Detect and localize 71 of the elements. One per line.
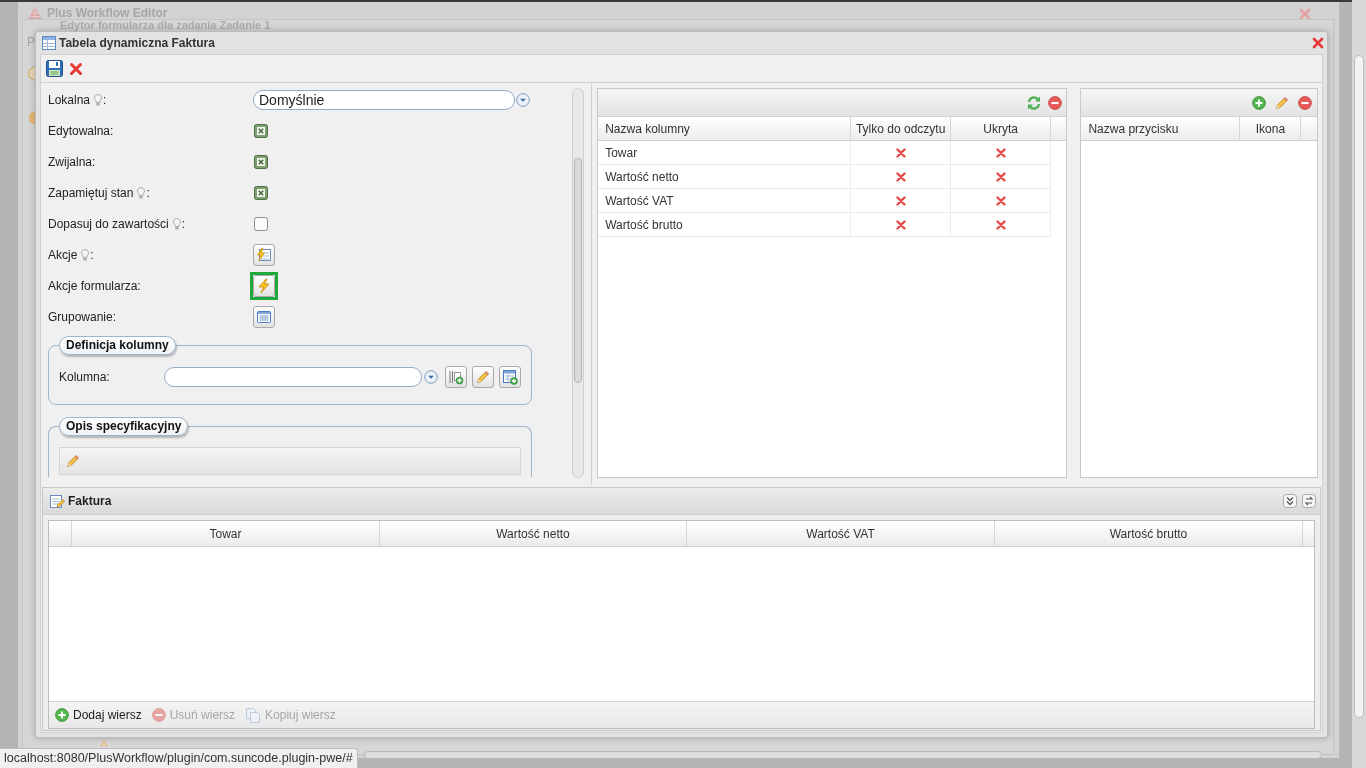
scrollbar[interactable] [572, 88, 584, 478]
panel-title: Faktura [68, 493, 112, 510]
dropdown-field[interactable]: Domyślnie [253, 89, 515, 110]
table-cell: Wartość VAT [598, 189, 852, 212]
actions-button[interactable] [253, 243, 275, 266]
field-label: Zwijalna: [48, 154, 96, 169]
scrollbar-thumb[interactable] [1354, 55, 1364, 718]
table-plus-icon [502, 369, 518, 385]
add-table-button[interactable] [499, 366, 521, 388]
remove-icon[interactable] [1298, 95, 1313, 110]
column-header[interactable]: Wartość brutto [995, 521, 1303, 546]
add-column-button[interactable] [445, 366, 467, 388]
edit-button[interactable] [472, 366, 494, 388]
dropdown-field[interactable] [164, 367, 422, 387]
add-icon [55, 708, 69, 722]
field-label: Lokalna [48, 92, 91, 107]
refresh-icon[interactable] [1026, 94, 1043, 111]
add-column-icon [448, 369, 464, 385]
close-icon[interactable] [69, 61, 83, 76]
field-label: Kolumna: [59, 370, 111, 384]
status-bar: localhost:8080/PlusWorkflow/plugin/com.suncode.plugin-pwe/# [0, 748, 358, 768]
column-header[interactable]: Towar [72, 521, 380, 546]
column-header[interactable]: Nazwa przycisku [1081, 117, 1241, 141]
field-label: Edytowalna: [48, 123, 114, 138]
table-cell: Wartość netto [598, 165, 852, 188]
pencil-icon[interactable] [65, 453, 81, 469]
save-icon[interactable] [46, 60, 63, 77]
column-header[interactable]: Tylko do odczytu [851, 117, 952, 141]
label-colon: : [146, 185, 150, 200]
field-label: Zapamiętuj stan [48, 185, 134, 200]
dialog-title: Tabela dynamiczna Faktura [59, 35, 215, 52]
fieldset-legend: Definicja kolumny [59, 336, 176, 355]
hexagon-icon[interactable] [28, 66, 35, 81]
remove-icon [151, 708, 166, 722]
lightning-icon [256, 277, 272, 294]
field-label: Dopasuj do zawartości [48, 216, 169, 231]
scrollbar[interactable] [1352, 0, 1366, 768]
horizontal-scrollbar[interactable] [364, 751, 1322, 759]
column-header[interactable]: Ukryta [951, 117, 1052, 141]
copy-icon [245, 707, 262, 723]
column-header[interactable]: Wartość VAT [687, 521, 995, 546]
collapse-icon[interactable] [1283, 494, 1297, 508]
checkbox[interactable] [254, 154, 268, 169]
table-cell: Wartość brutto [598, 213, 852, 236]
label-colon: : [90, 247, 94, 262]
checkbox[interactable] [254, 185, 268, 200]
grouping-button[interactable] [253, 305, 275, 328]
add-icon[interactable] [1252, 95, 1267, 110]
remove-icon[interactable] [1048, 95, 1063, 110]
column-header[interactable]: Nazwa kolumny [598, 117, 852, 141]
column-header[interactable]: Ikona [1240, 117, 1302, 141]
lightning-table-icon [256, 246, 272, 263]
window-icon [256, 308, 272, 325]
checkbox[interactable] [254, 216, 268, 231]
form-edit-icon [49, 493, 65, 509]
field-label: Grupowanie: [48, 309, 117, 324]
field-label: Akcje [48, 247, 78, 262]
table-icon [41, 35, 57, 51]
add-row-button[interactable]: Dodaj wiersz [54, 704, 143, 726]
pencil-icon [475, 369, 491, 385]
table-cell: Towar [598, 141, 852, 164]
close-icon[interactable] [1312, 37, 1324, 49]
field-label: Akcje formularza: [48, 278, 141, 293]
label-colon: : [103, 92, 107, 107]
label-colon: : [181, 216, 186, 231]
fieldset-legend: Opis specyfikacyjny [59, 417, 189, 436]
column-header[interactable]: Wartość netto [380, 521, 687, 546]
swap-icon[interactable] [1302, 494, 1316, 508]
checkbox[interactable] [254, 123, 268, 138]
scrollbar-thumb[interactable] [574, 158, 582, 383]
pencil-icon[interactable] [1274, 94, 1291, 111]
